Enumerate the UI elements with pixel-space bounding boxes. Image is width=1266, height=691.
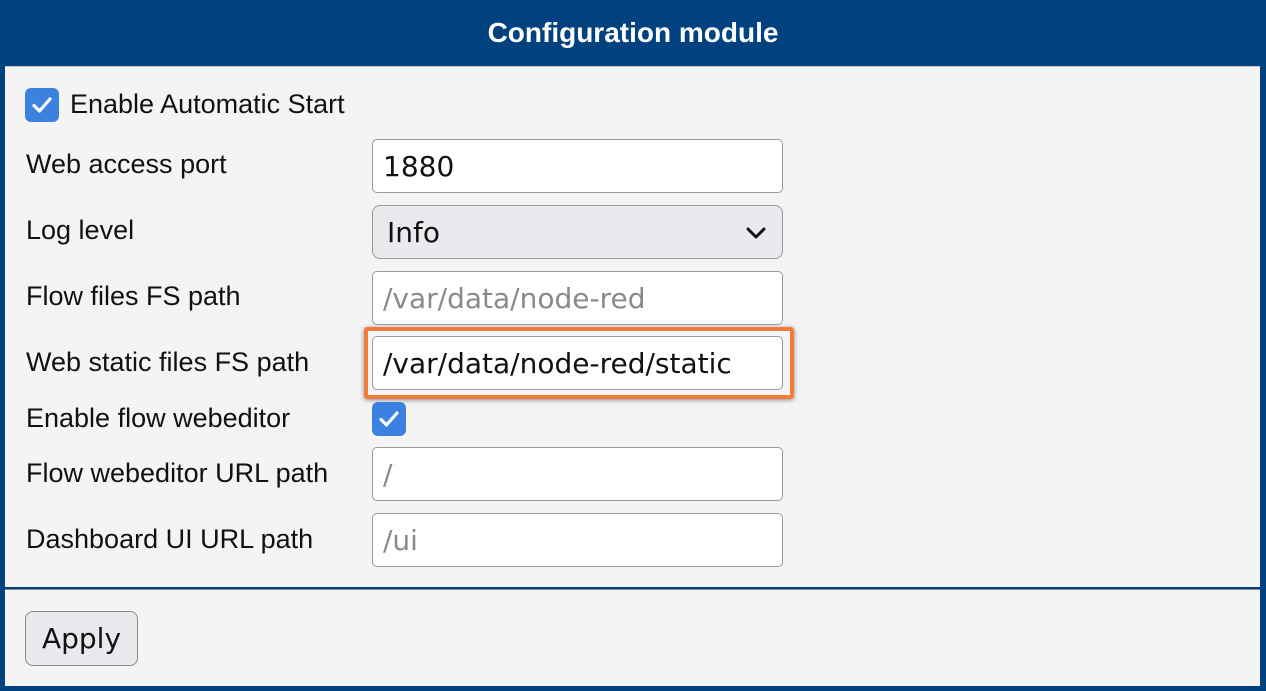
footer-bar: Apply <box>5 589 1260 686</box>
dashboard-url-label: Dashboard UI URL path <box>26 524 314 554</box>
apply-button[interactable]: Apply <box>25 611 138 666</box>
form-panel: Enable Automatic Start Web access port L… <box>5 66 1260 587</box>
static-files-path-label: Web static files FS path <box>26 347 310 377</box>
check-icon <box>379 411 399 427</box>
flow-webeditor-label: Enable flow webeditor <box>26 403 291 433</box>
web-port-input[interactable] <box>372 139 783 193</box>
flow-files-path-label: Flow files FS path <box>26 281 241 311</box>
check-icon <box>32 97 52 113</box>
log-level-label: Log level <box>26 215 135 245</box>
webeditor-url-label: Flow webeditor URL path <box>26 458 329 488</box>
log-level-select[interactable]: Info <box>372 205 783 259</box>
static-files-path-input[interactable] <box>372 336 783 390</box>
configuration-window: Configuration module Enable Automatic St… <box>0 0 1266 691</box>
chevron-down-icon <box>746 227 766 239</box>
window-title: Configuration module <box>487 17 779 48</box>
webeditor-url-input[interactable] <box>372 447 783 501</box>
auto-start-checkbox[interactable] <box>25 88 59 122</box>
log-level-selected: Info <box>387 215 440 249</box>
title-bar: Configuration module <box>0 0 1266 66</box>
web-port-label: Web access port <box>26 149 227 179</box>
auto-start-label: Enable Automatic Start <box>70 89 345 119</box>
dashboard-url-input[interactable] <box>372 513 783 567</box>
flow-webeditor-checkbox[interactable] <box>372 402 406 436</box>
flow-files-path-input[interactable] <box>372 271 783 325</box>
